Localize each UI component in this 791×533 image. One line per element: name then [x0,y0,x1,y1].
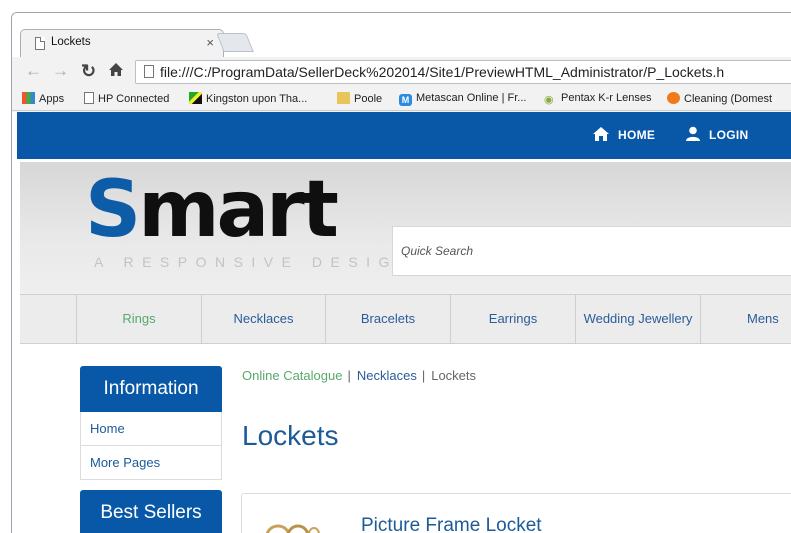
breadcrumb-separator: | [347,368,351,383]
bookmark-apps[interactable]: Apps [22,92,64,105]
site-logo[interactable]: Smart [85,164,339,256]
category-bracelets[interactable]: Bracelets [325,295,450,344]
best-sellers-panel: Best Sellers [80,490,222,533]
home-icon[interactable] [108,62,124,81]
category-wedding-jewellery[interactable]: Wedding Jewellery [575,295,700,344]
check-icon [667,92,680,104]
bookmark-label: Apps [39,93,65,105]
information-heading: Information [80,366,222,412]
page-icon [144,65,154,78]
user-icon [686,126,700,141]
browser-tab[interactable]: Lockets × [20,29,224,57]
browser-window: Lockets × ← → ↻ file:///C:/ProgramData/S… [11,12,791,533]
logo-mart: mart [138,165,339,255]
bookmark-label: HP Connected [98,93,170,105]
page-icon [84,92,94,104]
logo-s: S [85,165,141,255]
tab-title: Lockets [51,36,91,48]
bookmark-poole[interactable]: Poole [337,92,382,105]
back-arrow-icon[interactable]: ← [25,62,42,80]
breadcrumb-separator: | [421,368,426,383]
home-link[interactable]: HOME [592,126,655,142]
login-link[interactable]: LOGIN [685,126,749,142]
breadcrumb-online-catalogue[interactable]: Online Catalogue [242,368,342,383]
product-card[interactable]: Picture Frame Locket [241,493,791,533]
bookmark-label: Poole [354,93,383,105]
url-text[interactable]: file:///C:/ProgramData/SellerDeck%202014… [160,64,724,80]
web-page: HOME LOGIN Smart A RESPONSIVE DESIGN Qui… [12,112,791,533]
category-nav: Rings Necklaces Bracelets Earrings Weddi… [20,294,791,344]
breadcrumb-necklaces[interactable]: Necklaces [357,368,417,383]
category-mens[interactable]: Mens [700,295,791,344]
home-icon [593,127,609,141]
bookmark-kingston[interactable]: Kingston upon Tha... [189,92,307,105]
information-panel: Information Home More Pages [80,366,222,480]
quick-search-input[interactable]: Quick Search [392,226,791,276]
flag-icon [189,92,202,104]
bookmark-label: Metascan Online | Fr... [416,92,527,104]
breadcrumb-current: Lockets [431,368,477,383]
sidebar-item-home[interactable]: Home [80,412,222,446]
folder-icon [337,92,350,104]
tab-close-icon[interactable]: × [206,35,214,50]
apps-grid-icon [22,92,35,104]
forward-arrow-icon[interactable]: → [52,62,69,80]
category-earrings[interactable]: Earrings [450,295,575,344]
logo-tagline: A RESPONSIVE DESIGN [94,254,417,270]
reload-icon[interactable]: ↻ [81,62,96,80]
page-title: Lockets [242,420,339,451]
category-rings[interactable]: Rings [76,295,201,344]
category-necklaces[interactable]: Necklaces [201,295,325,344]
search-placeholder: Quick Search [401,244,474,258]
new-tab-button[interactable] [216,33,254,52]
page-icon [35,37,45,50]
bookmark-label: Cleaning (Domest [684,93,773,105]
sidebar-item-more-pages[interactable]: More Pages [80,446,222,480]
bookmark-hp-connected[interactable]: HP Connected [84,92,169,105]
bookmark-label: Pentax K-r Lenses [561,92,652,104]
login-link-label: LOGIN [709,128,749,142]
bookmark-pentax[interactable]: ◉ Pentax K-r Lenses [544,92,652,106]
site-header: Smart A RESPONSIVE DESIGN Quick Search [20,162,791,294]
locket-thumbnail[interactable] [262,518,320,533]
breadcrumb: Online Catalogue | Necklaces | Lockets [242,368,476,383]
product-name[interactable]: Picture Frame Locket [361,515,542,533]
eye-icon: ◉ [544,94,554,106]
address-bar[interactable]: file:///C:/ProgramData/SellerDeck%202014… [135,60,791,84]
bookmarks-bar: Apps HP Connected Kingston upon Tha... P… [12,87,791,111]
home-link-label: HOME [618,128,656,142]
bookmark-cleaning[interactable]: Cleaning (Domest [667,92,772,105]
best-sellers-heading: Best Sellers [80,490,222,533]
tab-strip: Lockets × [12,13,791,57]
browser-toolbar: ← → ↻ file:///C:/ProgramData/SellerDeck%… [12,57,791,87]
metascan-icon: M [399,94,412,106]
bookmark-metascan[interactable]: M Metascan Online | Fr... [399,92,526,106]
bookmark-label: Kingston upon Tha... [206,93,308,105]
site-top-bar: HOME LOGIN [17,112,791,159]
